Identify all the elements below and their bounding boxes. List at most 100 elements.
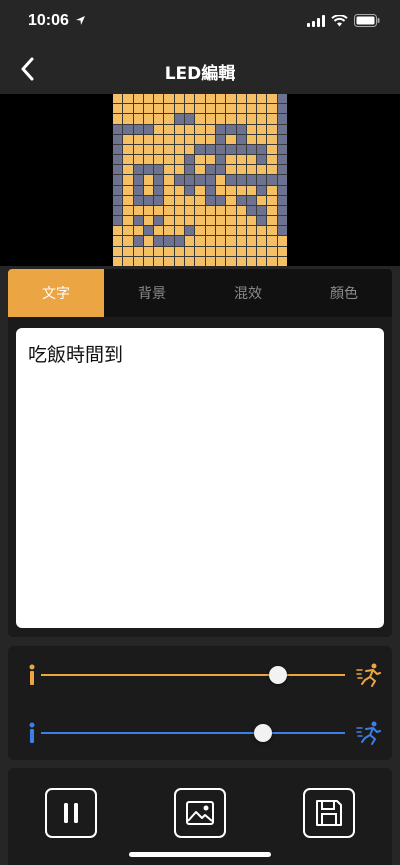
wifi-icon [331,14,348,26]
led-pixel [277,175,287,185]
led-pixel [143,185,154,195]
led-pixel [267,256,277,266]
led-pixel [164,134,174,144]
led-pixel [267,155,277,165]
led-pixel [113,104,123,114]
image-button[interactable] [174,788,226,838]
led-pixel [143,205,154,216]
led-pixel [113,195,123,205]
led-pixel [113,185,123,195]
led-pixel [113,216,123,226]
led-pixel [246,216,257,226]
led-pixel [195,114,205,124]
led-pixel [246,205,257,216]
led-pixel [277,134,287,144]
led-pixel [226,114,236,124]
led-pixel [195,216,205,226]
led-pixel [123,256,133,266]
led-pixel [215,104,226,114]
led-pixel [205,155,215,165]
led-pixel [143,175,154,185]
led-pixel [133,246,143,256]
led-pixel [185,124,195,134]
led-text-input[interactable]: 吃飯時間到 [16,328,384,628]
led-pixel [154,144,164,155]
led-pixel [267,104,277,114]
led-pixel [143,144,154,155]
led-pixel [257,205,267,216]
led-pixel [113,205,123,216]
led-pixel [205,175,215,185]
led-pixel [257,94,267,104]
tab-color[interactable]: 顏色 [296,269,392,317]
led-pixel [133,144,143,155]
led-pixel [123,165,133,175]
led-pixel [215,165,226,175]
led-pixel [267,175,277,185]
led-pixel [236,236,246,246]
led-pixel [257,114,267,124]
led-pixel [246,134,257,144]
led-pixel [277,124,287,134]
led-pixel [164,175,174,185]
led-pixel [133,216,143,226]
led-pixel [185,134,195,144]
led-pixel [133,256,143,266]
speed-slider[interactable] [8,660,392,690]
led-pixel [113,256,123,266]
led-pixel [164,256,174,266]
blink-slider-thumb[interactable] [253,724,272,742]
led-pixel [267,134,277,144]
led-pixel [205,104,215,114]
led-pixel [215,144,226,155]
led-pixel [277,256,287,266]
led-pixel [143,195,154,205]
tab-bar: 文字 背景 混效 顏色 [8,269,392,317]
led-pixel [174,124,185,134]
tab-text[interactable]: 文字 [8,269,104,317]
led-pixel [174,155,185,165]
led-pixel [195,236,205,246]
led-pixel [205,185,215,195]
led-pixel [246,256,257,266]
led-pixel [185,236,195,246]
led-pixel [236,185,246,195]
led-pixel [113,165,123,175]
led-pixel [215,155,226,165]
led-pixel [246,175,257,185]
led-pixel [205,165,215,175]
led-pixel [215,124,226,134]
led-pixel [226,185,236,195]
led-pixel [226,175,236,185]
led-pixel [267,124,277,134]
led-pixel [226,246,236,256]
led-pixel [205,134,215,144]
led-pixel [154,226,164,236]
led-pixel [113,124,123,134]
led-pixel [226,236,236,246]
pause-button[interactable] [45,788,97,838]
led-pixel [236,175,246,185]
save-icon [316,800,342,826]
led-pixel [123,246,133,256]
blink-slider-track[interactable] [41,732,345,734]
led-pixel [267,94,277,104]
nav-bar: LED編輯 [0,44,400,94]
save-button[interactable] [303,788,355,838]
location-arrow-icon [76,16,85,25]
led-pixel [143,165,154,175]
led-pixel [205,226,215,236]
tab-background[interactable]: 背景 [104,269,200,317]
speed-slider-track[interactable] [41,674,345,676]
led-pixel [246,236,257,246]
tab-effects[interactable]: 混效 [200,269,296,317]
led-pixel [246,195,257,205]
led-pixel [226,134,236,144]
speed-slider-thumb[interactable] [269,666,288,684]
led-pixel [185,175,195,185]
led-pixel [154,236,164,246]
led-pixel [257,144,267,155]
led-pixel [226,195,236,205]
led-pixel [154,256,164,266]
blink-slider[interactable] [8,718,392,748]
